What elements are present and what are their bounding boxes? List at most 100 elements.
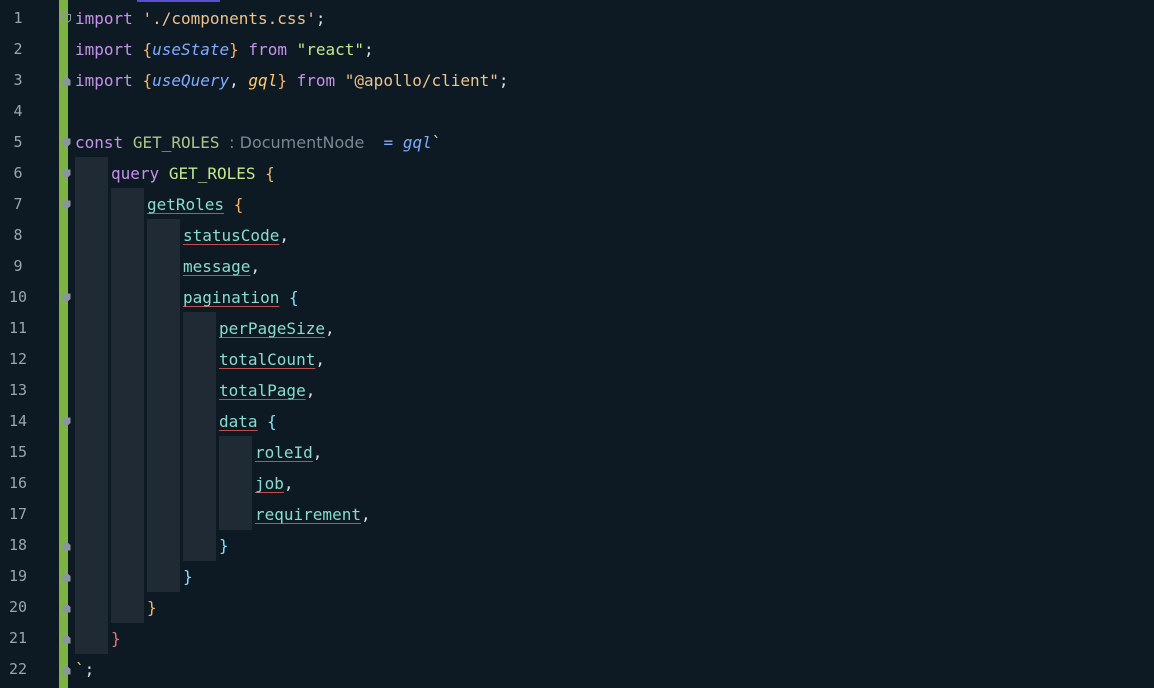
code-line[interactable]: 8 statusCode,	[0, 220, 1154, 251]
brace: {	[265, 164, 275, 183]
code-line[interactable]: 16 job,	[0, 468, 1154, 499]
keyword: import	[75, 40, 133, 59]
identifier: GET_ROLES	[132, 133, 220, 152]
brace: }	[219, 536, 229, 555]
field: totalPage	[219, 381, 306, 400]
punctuation: ;	[84, 660, 95, 679]
punctuation: ;	[498, 71, 509, 90]
code-line[interactable]: 15 roleId,	[0, 437, 1154, 468]
line-number: 6	[13, 164, 23, 182]
code-line[interactable]: 7 getRoles {	[0, 189, 1154, 220]
code-editor[interactable]: 1 import './components.css'; 2 import {u…	[0, 0, 1154, 688]
code-line[interactable]: 5 const GET_ROLES : DocumentNode = gql`	[0, 127, 1154, 158]
code-line[interactable]: 22 `;	[0, 654, 1154, 685]
code-line[interactable]: 21 }	[0, 623, 1154, 654]
keyword: import	[75, 71, 133, 90]
punctuation: ,	[250, 257, 261, 276]
code-line[interactable]: 19 }	[0, 561, 1154, 592]
keyword: import	[75, 9, 133, 28]
line-number: 14	[8, 412, 28, 430]
code-line[interactable]: 11 perPageSize,	[0, 313, 1154, 344]
punctuation: ,	[360, 505, 371, 524]
line-number: 4	[13, 102, 23, 120]
fold-end-icon[interactable]	[62, 541, 71, 551]
field: pagination	[183, 288, 280, 307]
field: totalCount	[219, 350, 316, 369]
punctuation: ;	[364, 40, 374, 59]
line-number: 9	[13, 257, 23, 275]
line-number: 16	[8, 474, 28, 492]
punctuation: ,	[312, 443, 323, 462]
fold-start-icon[interactable]	[62, 417, 71, 427]
line-number: 1	[13, 9, 23, 27]
keyword: from	[248, 40, 287, 59]
active-tab-indicator	[137, 0, 220, 2]
type-hint: : DocumentNode	[229, 133, 365, 152]
keyword: from	[296, 71, 336, 90]
fold-end-icon[interactable]	[62, 665, 71, 675]
string-literal: './components.css'	[142, 9, 316, 28]
operator: =	[383, 133, 394, 152]
line-number: 5	[13, 133, 23, 151]
punctuation: ,	[279, 226, 289, 245]
punctuation: ,	[229, 71, 239, 90]
line-number: 20	[8, 598, 28, 616]
code-line[interactable]: 4	[0, 96, 1154, 127]
field: getRoles	[147, 195, 225, 214]
fold-start-icon[interactable]	[62, 138, 71, 148]
code-line[interactable]: 14 data {	[0, 406, 1154, 437]
code-line[interactable]: 3 import {useQuery, gql} from "@apollo/c…	[0, 65, 1154, 96]
string-literal: "react"	[296, 40, 365, 59]
punctuation: ,	[324, 319, 335, 338]
punctuation: ;	[315, 9, 326, 28]
code-line[interactable]: 20 }	[0, 592, 1154, 623]
code-line[interactable]: 13 totalPage,	[0, 375, 1154, 406]
field: job	[255, 474, 284, 493]
line-number: 2	[13, 40, 23, 58]
brace: {	[288, 288, 299, 307]
line-number: 17	[8, 505, 28, 523]
fold-start-icon[interactable]	[62, 14, 71, 24]
fold-start-icon[interactable]	[62, 169, 71, 179]
keyword: const	[75, 133, 124, 152]
line-number: 19	[8, 567, 28, 585]
identifier: useQuery	[152, 71, 230, 90]
field: perPageSize	[219, 319, 325, 338]
line-number: 22	[8, 660, 28, 678]
fold-end-icon[interactable]	[62, 572, 71, 582]
fold-start-icon[interactable]	[62, 293, 71, 303]
code-line[interactable]: 10 pagination {	[0, 282, 1154, 313]
code-line[interactable]: 2 import {useState} from "react";	[0, 34, 1154, 65]
fold-start-icon[interactable]	[62, 200, 71, 210]
line-number: 11	[8, 319, 28, 337]
brace: }	[277, 71, 287, 90]
identifier: gql	[248, 71, 278, 90]
brace: {	[267, 412, 277, 431]
punctuation: ,	[305, 381, 316, 400]
code-line[interactable]: 6 query GET_ROLES {	[0, 158, 1154, 189]
brace: {	[142, 40, 153, 59]
template-tick: `	[431, 133, 442, 152]
brace: {	[142, 71, 153, 90]
line-number: 15	[8, 443, 28, 461]
brace: }	[229, 40, 239, 59]
field: requirement	[255, 505, 361, 524]
field: roleId	[255, 443, 313, 462]
punctuation: ,	[315, 350, 325, 369]
line-number: 12	[8, 350, 28, 368]
code-line[interactable]: 9 message,	[0, 251, 1154, 282]
line-number: 3	[13, 71, 23, 89]
line-number: 18	[8, 536, 28, 554]
fold-end-icon[interactable]	[62, 76, 71, 86]
line-number: 10	[8, 288, 28, 306]
fold-end-icon[interactable]	[62, 634, 71, 644]
code-line[interactable]: 1 import './components.css';	[0, 3, 1154, 34]
punctuation: ,	[283, 474, 294, 493]
code-line[interactable]: 17 requirement,	[0, 499, 1154, 530]
code-line[interactable]: 18 }	[0, 530, 1154, 561]
field: data	[219, 412, 258, 431]
code-line[interactable]: 12 totalCount,	[0, 344, 1154, 375]
function-name: gql	[402, 133, 432, 152]
identifier: GET_ROLES	[168, 164, 256, 183]
fold-end-icon[interactable]	[62, 603, 71, 613]
